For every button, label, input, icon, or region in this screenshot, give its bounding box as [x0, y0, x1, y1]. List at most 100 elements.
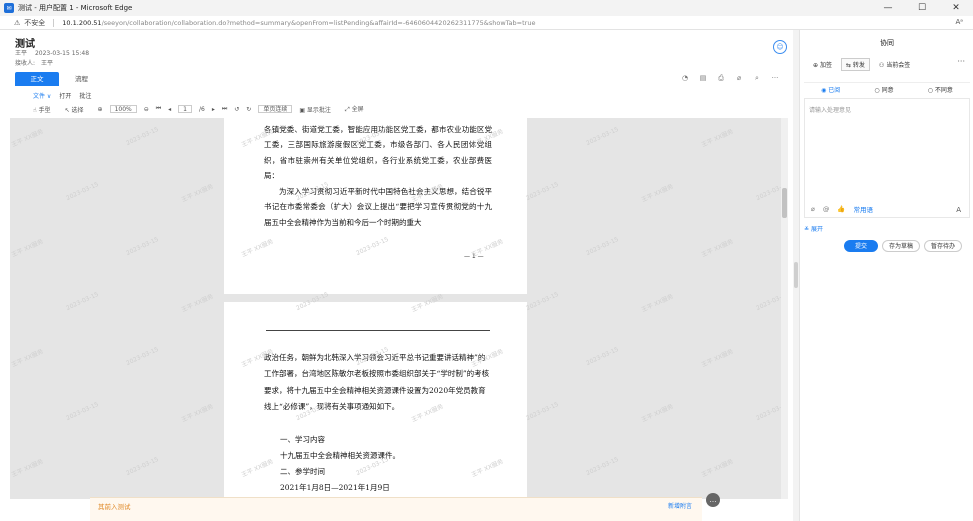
opinion-textarea[interactable]: 请输入处理意见 ⌀ @ 👍 常用语 A — [804, 98, 970, 218]
font-format-icon[interactable]: A — [956, 206, 961, 214]
page1-paragraph: 各镇党委、街道党工委，智能应用功能区党工委，都市农业功能区党工委，三部国际旅游度… — [264, 125, 492, 180]
attach-icon[interactable]: ⌀ — [811, 205, 815, 213]
select-tool-button[interactable]: ↖ 选择 — [65, 105, 91, 114]
document-page: 政治任务，朝鲜为北韩深入学习领会习近平总书记重要讲话精神”的工作部署，台湾地区陈… — [224, 302, 527, 499]
last-page-icon[interactable]: ⏭ — [222, 105, 227, 113]
first-page-icon[interactable]: ⏮ — [156, 105, 161, 113]
watermark-text: 2023-03-15 — [525, 180, 560, 203]
panel-resize-handle[interactable] — [794, 262, 798, 288]
radio-read[interactable]: ◉ 已阅 — [821, 85, 840, 94]
opinion-tools: ⌀ @ 👍 常用语 — [811, 204, 881, 214]
print-icon[interactable]: ⎙ — [712, 74, 730, 83]
document-viewer[interactable]: 各镇党委、街道党工委，智能应用功能区党工委，都市农业功能区党工委，三部国际旅游度… — [10, 118, 785, 499]
hand-tool-button[interactable]: ☝ 手型 — [33, 105, 58, 114]
page1-paragraph-2: 为深入学习贯彻习近平新时代中国特色社会主义思想，结合锐平书记在市委常委会（扩大）… — [264, 187, 492, 227]
fullscreen-button[interactable]: ⤢ 全屏 — [345, 104, 371, 114]
attachment-note-box: 其前入测试 新增附言 — [90, 497, 702, 521]
attachment-icon[interactable]: ⌀ — [730, 74, 748, 83]
add-note-link[interactable]: 新增附言 — [668, 501, 692, 510]
more-options-icon[interactable]: ··· — [957, 57, 965, 66]
radio-disagree[interactable]: ○ 不同意 — [928, 85, 953, 94]
address-bar[interactable]: ⚠ 不安全 10.1.200.51/seeyon/collaboration/c… — [0, 16, 973, 30]
scrollbar-thumb[interactable] — [782, 188, 787, 218]
tab-actions: ◔ ▤ ⎙ ⌀ ⌕ ··· — [676, 74, 784, 83]
page-total: /6 — [199, 105, 205, 113]
watermark-text: 王平 XX服务 — [10, 458, 45, 479]
document-scrollbar[interactable] — [781, 118, 788, 499]
section-heading: 一、学习内容 — [280, 435, 325, 444]
watermark-text: 2023-03-15 — [585, 125, 620, 148]
watermark-text: 2023-03-15 — [125, 235, 160, 258]
watermark-text: 2023-03-15 — [65, 290, 100, 313]
forward-button[interactable]: ⇆ 转发 — [840, 58, 870, 71]
save-draft-button[interactable]: 存为草稿 — [882, 240, 921, 252]
chat-icon[interactable]: … — [706, 493, 720, 507]
search-icon[interactable]: ⌕ — [748, 74, 766, 83]
submit-button[interactable]: 提交 — [844, 240, 878, 252]
section-detail: 十九届五中全会精神相关资源课件。 — [280, 451, 400, 460]
watermark-text: 王平 XX服务 — [180, 293, 215, 314]
watermark-text: 王平 XX服务 — [700, 348, 735, 369]
show-annotation-button[interactable]: ▣ 显示批注 — [299, 105, 338, 114]
watermark-text: 王平 XX服务 — [180, 183, 215, 204]
page-divider-line — [266, 330, 490, 331]
watermark-text: 2023-03-15 — [125, 125, 160, 148]
radio-disagree-label: 不同意 — [934, 87, 953, 94]
warning-icon[interactable]: ⚠ — [14, 19, 20, 27]
note-label: 其前入测试 — [98, 503, 131, 511]
security-label[interactable]: 不安全 — [24, 18, 45, 28]
page2-paragraph: 政治任务，朝鲜为北韩深入学习领会习近平总书记重要讲话精神”的工作部署，台湾地区陈… — [264, 353, 490, 412]
watermark-text: 2023-03-15 — [585, 455, 620, 478]
minimize-button[interactable]: — — [871, 0, 905, 16]
sender-name[interactable]: 王平 — [15, 50, 27, 57]
recipient-name[interactable]: 王平 — [41, 60, 53, 67]
watermark-text: 2023-03-15 — [65, 400, 100, 423]
page-input[interactable]: 1 — [178, 105, 192, 113]
more-icon[interactable]: ··· — [766, 74, 784, 83]
hand-tool-label: 手型 — [38, 106, 51, 114]
watermark-text: 王平 XX服务 — [700, 128, 735, 149]
forward-label: 转发 — [852, 62, 865, 69]
annotate-button[interactable]: 批注 — [79, 91, 91, 100]
address-divider — [53, 18, 55, 27]
url-text[interactable]: 10.1.200.51/seeyon/collaboration/collabo… — [62, 19, 535, 27]
watermark-text: 王平 XX服务 — [180, 403, 215, 424]
window-controls: — ☐ ✕ — [871, 0, 973, 16]
watermark-text: 2023-03-15 — [125, 345, 160, 368]
open-button[interactable]: 打开 — [59, 91, 71, 100]
add-sign-button[interactable]: ⊕ 加签 — [808, 58, 837, 71]
pause-button[interactable]: 暂存待办 — [924, 240, 963, 252]
opinion-placeholder: 请输入处理意见 — [809, 107, 852, 114]
opinion-radio-group: ◉ 已阅 ○ 同意 ○ 不同意 — [804, 82, 970, 96]
next-page-icon[interactable]: ▸ — [212, 106, 215, 113]
mention-icon[interactable]: @ — [823, 205, 830, 213]
content-tabs: 正文 流程 — [15, 72, 100, 86]
rotate-right-icon[interactable]: ↻ — [246, 106, 251, 113]
close-button[interactable]: ✕ — [939, 0, 973, 16]
zoom-in-icon[interactable]: ⊕ — [98, 106, 103, 113]
expand-toggle[interactable]: ≚ 展开 — [804, 224, 823, 233]
doc-toolbar-primary: 文件 ∨ 打开 批注 — [33, 90, 785, 100]
url-path: /seeyon/collaboration/collaboration.do?m… — [101, 18, 536, 27]
expand-label: 展开 — [810, 226, 823, 233]
file-menu[interactable]: 文件 ∨ — [33, 91, 51, 100]
comment-icon[interactable]: ◔ — [676, 74, 694, 83]
zoom-out-icon[interactable]: ⊖ — [144, 106, 149, 113]
assistant-robot-icon[interactable]: ☺ — [773, 40, 787, 54]
watermark-text: 2023-03-15 — [125, 455, 160, 478]
maximize-button[interactable]: ☐ — [905, 0, 939, 16]
reader-mode-icon[interactable]: Aᵃ — [955, 18, 963, 26]
tab-workflow[interactable]: 流程 — [63, 72, 100, 86]
prev-page-icon[interactable]: ◂ — [168, 106, 171, 113]
zoom-select[interactable]: 100% — [109, 105, 137, 113]
radio-agree[interactable]: ○ 同意 — [874, 85, 893, 94]
tab-body[interactable]: 正文 — [15, 72, 59, 86]
rotate-left-icon[interactable]: ↺ — [234, 106, 239, 113]
collaboration-panel: 协同 ⊕ 加签 ⇆ 转发 ⚇ 当前会签 ··· ◉ 已阅 ○ 同意 ○ 不同意 … — [799, 30, 973, 521]
common-phrases-link[interactable]: 常用语 — [854, 204, 874, 214]
current-sign-button[interactable]: ⚇ 当前会签 — [874, 58, 915, 71]
like-icon[interactable]: 👍 — [837, 205, 845, 213]
document-icon[interactable]: ▤ — [694, 74, 712, 83]
watermark-text: 王平 XX服务 — [700, 458, 735, 479]
view-mode-select[interactable]: 单页连续 — [258, 105, 293, 113]
